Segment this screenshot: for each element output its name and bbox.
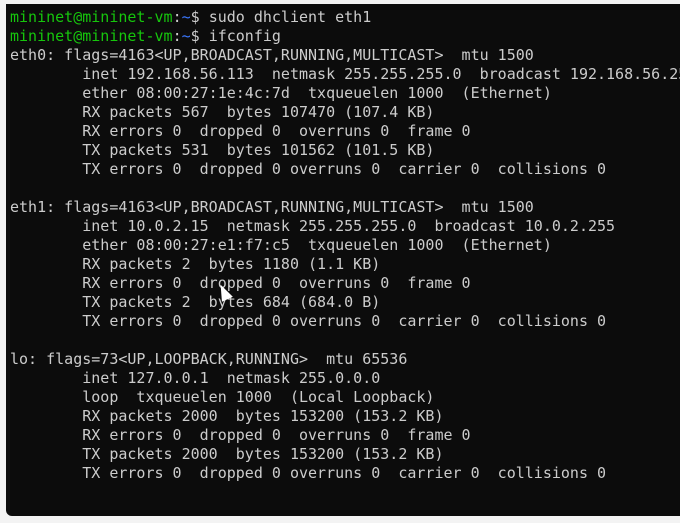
terminal-window[interactable]: mininet@mininet-vm:~$ sudo dhclient eth1… <box>6 4 680 516</box>
output-line: TX packets 2000 bytes 153200 (153.2 KB) <box>10 445 444 463</box>
output-line: inet 10.0.2.15 netmask 255.255.255.0 bro… <box>10 217 616 235</box>
output-line: RX packets 2 bytes 1180 (1.1 KB) <box>10 255 381 273</box>
prompt-separator: : <box>172 8 182 26</box>
prompt-user: mininet@mininet-vm <box>10 27 173 45</box>
prompt-user: mininet@mininet-vm <box>10 8 173 26</box>
output-line: TX errors 0 dropped 0 overruns 0 carrier… <box>10 464 607 482</box>
output-line: RX errors 0 dropped 0 overruns 0 frame 0 <box>10 274 471 292</box>
prompt-line: mininet@mininet-vm:~$ ifconfig <box>10 27 680 46</box>
output-line: ether 08:00:27:1e:4c:7d txqueuelen 1000 … <box>10 84 552 102</box>
command-text: sudo dhclient eth1 <box>208 8 372 26</box>
prompt-path: ~ <box>181 27 191 45</box>
output-line: RX packets 567 bytes 107470 (107.4 KB) <box>10 103 435 121</box>
prompt-separator: : <box>172 27 182 45</box>
output-line: RX errors 0 dropped 0 overruns 0 frame 0 <box>10 122 471 140</box>
output-line: loop txqueuelen 1000 (Local Loopback) <box>10 388 435 406</box>
terminal-output: mininet@mininet-vm:~$ sudo dhclient eth1… <box>10 8 680 516</box>
output-line: lo: flags=73<UP,LOOPBACK,RUNNING> mtu 65… <box>10 350 408 368</box>
output-line: eth0: flags=4163<UP,BROADCAST,RUNNING,MU… <box>10 46 534 64</box>
output-line: TX errors 0 dropped 0 overruns 0 carrier… <box>10 160 607 178</box>
output-line: ether 08:00:27:e1:f7:c5 txqueuelen 1000 … <box>10 236 552 254</box>
output-line: RX packets 2000 bytes 153200 (153.2 KB) <box>10 407 444 425</box>
prompt-line: mininet@mininet-vm:~$ sudo dhclient eth1 <box>10 8 680 27</box>
prompt-symbol: $ <box>190 8 200 26</box>
output-line: TX errors 0 dropped 0 overruns 0 carrier… <box>10 312 607 330</box>
output-line: TX packets 531 bytes 101562 (101.5 KB) <box>10 141 435 159</box>
output-line: TX packets 2 bytes 684 (684.0 B) <box>10 293 381 311</box>
output-line: eth1: flags=4163<UP,BROADCAST,RUNNING,MU… <box>10 198 534 216</box>
output-line: RX errors 0 dropped 0 overruns 0 frame 0 <box>10 426 471 444</box>
command-text: ifconfig <box>208 27 281 45</box>
prompt-symbol: $ <box>190 27 200 45</box>
output-line: inet 127.0.0.1 netmask 255.0.0.0 <box>10 369 381 387</box>
output-line: inet 192.168.56.113 netmask 255.255.255.… <box>10 65 680 83</box>
prompt-path: ~ <box>181 8 191 26</box>
